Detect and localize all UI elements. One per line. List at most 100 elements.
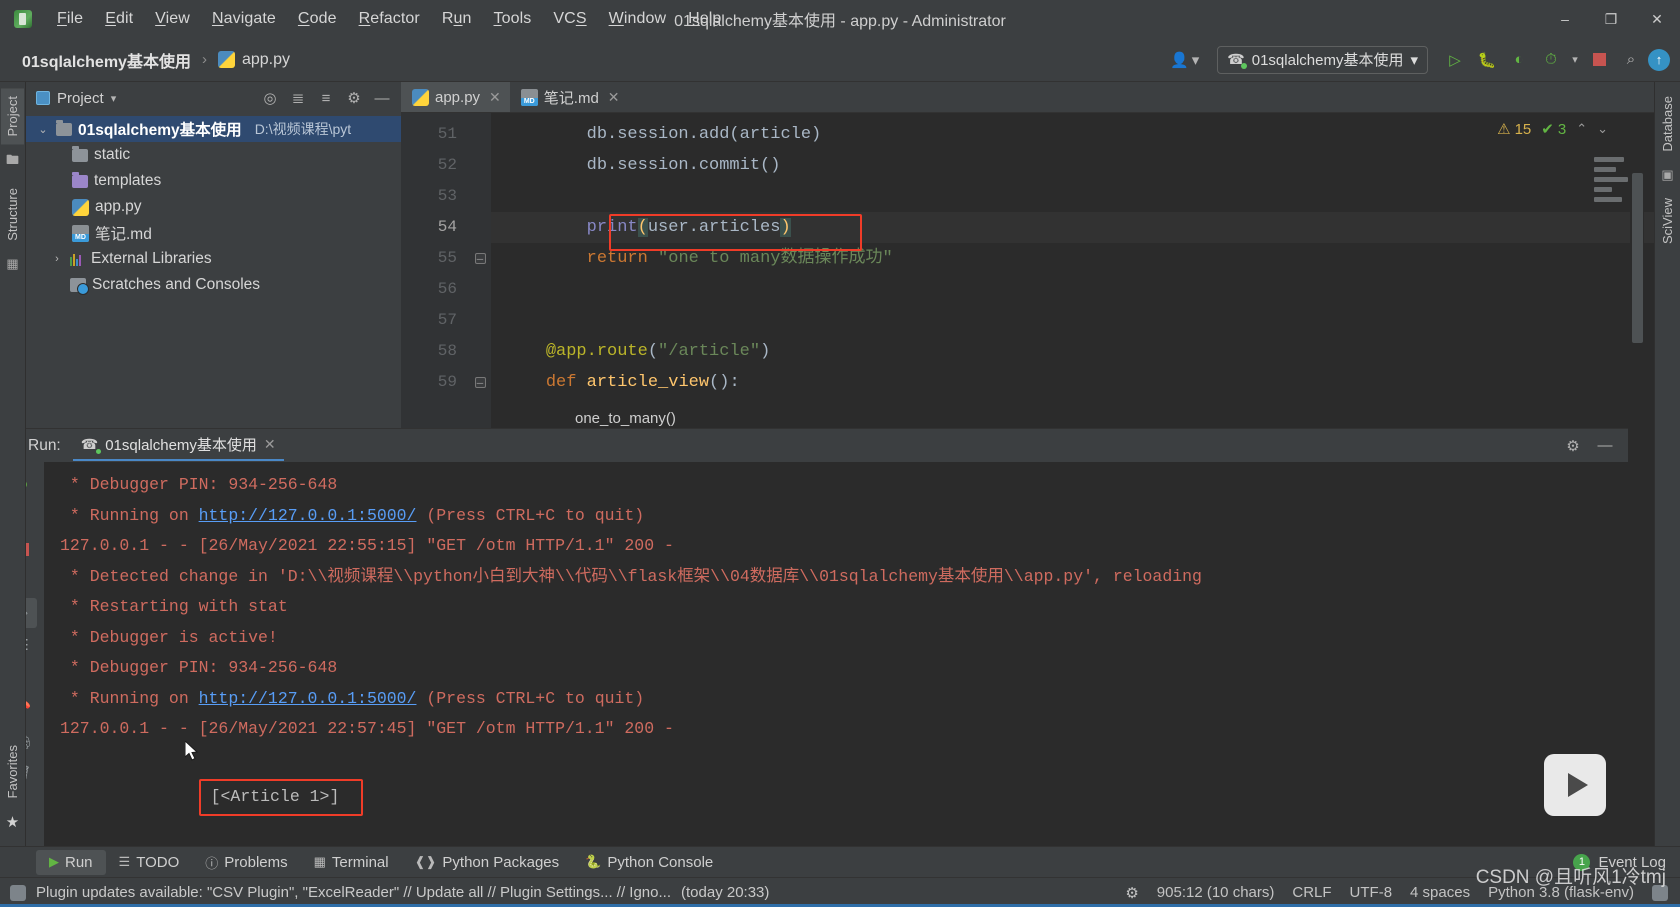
close-tab-icon[interactable]: ✕ <box>608 89 620 106</box>
close-tab-icon[interactable]: ✕ <box>489 89 501 106</box>
checks-count[interactable]: ✔ 3 <box>1541 120 1566 139</box>
locate-icon[interactable]: ◎ <box>257 86 283 110</box>
file-encoding[interactable]: UTF-8 <box>1350 884 1393 901</box>
chevron-right-icon[interactable]: › <box>50 253 64 265</box>
sidebar-tab-database[interactable]: Database <box>1656 88 1679 160</box>
tree-node-notes-md[interactable]: 笔记.md <box>26 220 401 246</box>
profile-caret-icon[interactable]: ▾ <box>1568 45 1582 75</box>
breadcrumb-project[interactable]: 01sqlalchemy基本使用 <box>22 48 191 72</box>
warnings-count[interactable]: ⚠ 15 <box>1497 120 1531 139</box>
sidebar-tab-structure[interactable]: Structure <box>1 180 24 249</box>
project-view-caret-icon[interactable]: ▾ <box>111 92 117 105</box>
code-editor[interactable]: 51 52 53 54 55 56 57 58 59 ─ ─ db.sessio… <box>401 113 1654 428</box>
toolwindow-terminal[interactable]: ▦ Terminal <box>301 850 402 875</box>
flask-config-icon: ☎ <box>81 436 102 454</box>
expand-all-icon[interactable]: ≣ <box>285 86 311 110</box>
close-button[interactable]: ✕ <box>1634 0 1680 38</box>
menu-help[interactable]: Help <box>677 6 732 32</box>
update-button[interactable]: ↑ <box>1648 48 1670 71</box>
line-separator[interactable]: CRLF <box>1292 884 1331 901</box>
toolwindow-todo[interactable]: ☰ TODO <box>106 850 193 875</box>
line-number: 57 <box>437 311 457 329</box>
prev-problem-icon[interactable]: ⌃ <box>1576 121 1587 137</box>
indent-setting[interactable]: 4 spaces <box>1410 884 1470 901</box>
fold-marker-icon[interactable]: ─ <box>474 253 486 264</box>
run-with-coverage-button[interactable]: ◐ <box>1504 45 1534 75</box>
menu-bar: File Edit View Navigate Code Refactor Ru… <box>46 6 732 32</box>
menu-window[interactable]: Window <box>598 6 678 32</box>
toolwindow-python-packages[interactable]: ❰❱ Python Packages <box>402 850 573 875</box>
chevron-down-icon[interactable]: ⌄ <box>36 123 50 136</box>
breadcrumb-file[interactable]: app.py <box>242 51 290 69</box>
sidebar-tab-sciview[interactable]: SciView <box>1656 190 1679 252</box>
menu-navigate[interactable]: Navigate <box>201 6 287 32</box>
run-button[interactable]: ▷ <box>1440 45 1470 75</box>
sidebar-tab-project[interactable]: Project <box>1 88 24 145</box>
hide-panel-icon[interactable]: — <box>369 86 395 110</box>
code-text[interactable]: db.session.add(article) db.session.commi… <box>491 113 1654 428</box>
menu-tools[interactable]: Tools <box>483 6 543 32</box>
gear-icon[interactable]: ⚙ <box>1560 434 1586 458</box>
line-number: 52 <box>437 156 457 174</box>
console-output[interactable]: * Debugger PIN: 934-256-648 * Running on… <box>44 462 1628 846</box>
run-tab-config[interactable]: ☎ 01sqlalchemy基本使用 ✕ <box>72 430 284 461</box>
stop-button[interactable] <box>1584 45 1614 75</box>
gear-icon[interactable]: ⚙ <box>341 86 367 110</box>
collapse-all-icon[interactable]: ≡ <box>313 86 339 110</box>
markdown-file-icon <box>520 88 538 106</box>
menu-view[interactable]: View <box>144 6 201 32</box>
next-problem-icon[interactable]: ⌄ <box>1597 121 1608 137</box>
notification-icon[interactable] <box>10 884 26 901</box>
toolwindow-run[interactable]: ▶ Run <box>36 849 106 875</box>
status-timestamp: (today 20:33) <box>681 884 770 901</box>
tree-node-external-libraries[interactable]: › External Libraries <box>26 246 401 272</box>
event-log-area[interactable]: 1 Event Log <box>1573 853 1680 871</box>
method-hint-popup: one_to_many() <box>569 409 682 428</box>
code-folding-gutter[interactable]: ─ ─ <box>469 113 491 428</box>
inspection-profile-icon[interactable]: ⚙ <box>1125 884 1138 902</box>
run-configuration-selector[interactable]: ☎ 01sqlalchemy基本使用 ▾ <box>1217 45 1428 74</box>
menu-vcs[interactable]: VCS <box>542 6 597 32</box>
editor-tab-notes-md[interactable]: 笔记.md ✕ <box>510 82 629 112</box>
caret-position[interactable]: 905:12 (10 chars) <box>1157 884 1275 901</box>
toolwindow-label: Terminal <box>331 853 389 871</box>
tree-node-label: 笔记.md <box>95 226 152 243</box>
editor-tab-app-py[interactable]: app.py ✕ <box>401 82 510 112</box>
close-run-tab-icon[interactable]: ✕ <box>264 436 276 453</box>
menu-code[interactable]: Code <box>287 6 348 32</box>
tree-node-scratches[interactable]: Scratches and Consoles <box>26 272 401 298</box>
maximize-button[interactable]: ❐ <box>1588 0 1634 38</box>
python-interpreter[interactable]: Python 3.8 (flask-env) <box>1488 884 1634 901</box>
navigation-toolbar: 01sqlalchemy基本使用 › app.py 👤 ▾ ☎ 01sqlalc… <box>0 38 1680 82</box>
problems-icon: ⓘ <box>205 855 219 871</box>
sidebar-tab-favorites[interactable]: Favorites <box>1 737 24 806</box>
menu-file[interactable]: File <box>46 6 94 32</box>
lock-icon[interactable] <box>1652 884 1668 901</box>
minimize-button[interactable]: – <box>1542 0 1588 38</box>
console-line-highlighted: [<Article 1>] <box>60 749 1628 847</box>
console-line: * Debugger PIN: 934-256-648 <box>60 475 338 494</box>
fold-marker-icon[interactable]: ─ <box>474 377 486 388</box>
toolwindow-problems[interactable]: ⓘ Problems <box>192 849 300 876</box>
tree-node-app-py[interactable]: app.py <box>26 194 401 220</box>
tree-node-project-root[interactable]: ⌄ 01sqlalchemy基本使用 D:\视频课程\pyt <box>26 116 401 142</box>
menu-refactor[interactable]: Refactor <box>348 6 431 32</box>
hide-panel-icon[interactable]: — <box>1592 434 1618 458</box>
console-link[interactable]: http://127.0.0.1:5000/ <box>199 689 417 708</box>
status-message[interactable]: Plugin updates available: "CSV Plugin", … <box>36 884 671 901</box>
tree-node-static[interactable]: static <box>26 142 401 168</box>
inspection-widget[interactable]: ⚠ 15 ✔ 3 ⌃ ⌄ <box>1497 120 1608 139</box>
search-everywhere-button[interactable]: ⌕ <box>1616 45 1646 75</box>
menu-edit[interactable]: Edit <box>94 6 144 32</box>
debug-button[interactable]: 🐛 <box>1472 45 1502 75</box>
console-link[interactable]: http://127.0.0.1:5000/ <box>199 506 417 525</box>
tree-node-templates[interactable]: templates <box>26 168 401 194</box>
menu-run[interactable]: Run <box>431 6 483 32</box>
console-line: 127.0.0.1 - - [26/May/2021 22:55:15] "GE… <box>60 536 674 555</box>
console-line: * Running on http://127.0.0.1:5000/ (Pre… <box>60 505 645 525</box>
profile-button[interactable]: ⏱ <box>1536 45 1566 75</box>
settings-sync-button[interactable]: 👤 ▾ <box>1160 51 1209 69</box>
editor-scrollbar[interactable] <box>1630 113 1644 428</box>
star-icon[interactable]: ★ <box>6 813 19 831</box>
toolwindow-python-console[interactable]: 🐍 Python Console <box>572 850 726 875</box>
